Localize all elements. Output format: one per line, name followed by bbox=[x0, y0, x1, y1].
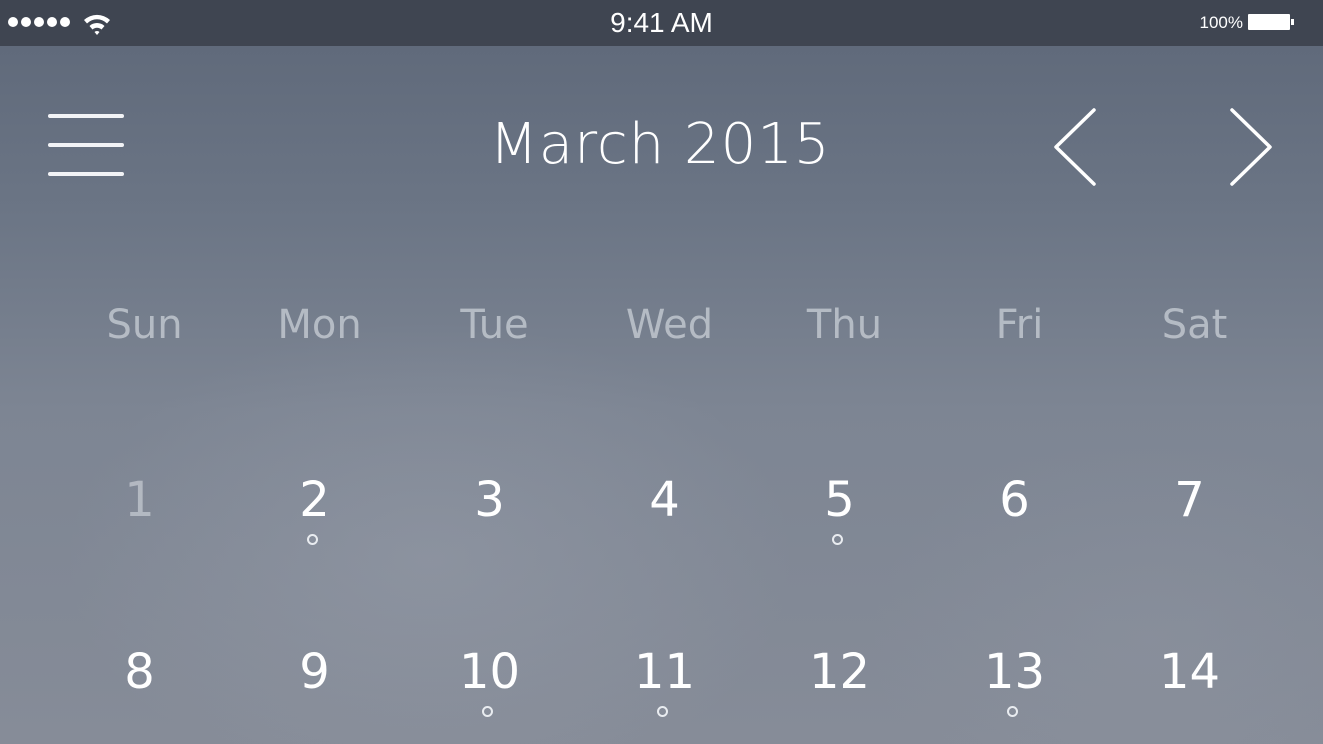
calendar-day[interactable]: 6 bbox=[927, 470, 1102, 560]
day-number: 9 bbox=[299, 644, 330, 700]
weekday-thu: Thu bbox=[806, 302, 883, 348]
day-number: 10 bbox=[458, 644, 521, 700]
chevron-right-icon[interactable] bbox=[1226, 106, 1276, 188]
calendar-day[interactable]: 1 bbox=[52, 470, 227, 560]
calendar-day[interactable]: 4 bbox=[577, 470, 752, 560]
calendar-day[interactable]: 11 bbox=[577, 642, 752, 732]
weekday-mon: Mon bbox=[277, 302, 362, 348]
calendar-week: 8 9 10 11 12 13 14 bbox=[52, 642, 1277, 732]
calendar-day[interactable]: 3 bbox=[402, 470, 577, 560]
calendar-day[interactable]: 12 bbox=[752, 642, 927, 732]
event-indicator-icon bbox=[1007, 706, 1018, 717]
calendar-week: 1 2 3 4 5 6 7 bbox=[52, 470, 1277, 560]
day-number: 13 bbox=[983, 644, 1046, 700]
weekday-header: Sun Mon Tue Wed Thu Fri Sat bbox=[57, 302, 1282, 362]
day-number: 14 bbox=[1158, 644, 1221, 700]
day-number: 12 bbox=[808, 644, 871, 700]
event-indicator-icon bbox=[482, 706, 493, 717]
day-number: 5 bbox=[824, 472, 855, 528]
chevron-left-icon[interactable] bbox=[1050, 106, 1100, 188]
battery-icon bbox=[1248, 14, 1294, 30]
status-bar: 9:41 AM 100% bbox=[0, 0, 1323, 46]
weekday-fri: Fri bbox=[995, 302, 1044, 348]
day-number: 1 bbox=[124, 472, 155, 528]
calendar-day[interactable]: 8 bbox=[52, 642, 227, 732]
event-indicator-icon bbox=[832, 534, 843, 545]
calendar-day[interactable]: 13 bbox=[927, 642, 1102, 732]
month-title: March 2015 bbox=[489, 112, 831, 177]
event-indicator-icon bbox=[657, 706, 668, 717]
day-number: 6 bbox=[999, 472, 1030, 528]
day-number: 2 bbox=[299, 472, 330, 528]
calendar-day[interactable]: 2 bbox=[227, 470, 402, 560]
calendar-day[interactable]: 10 bbox=[402, 642, 577, 732]
weekday-sun: Sun bbox=[106, 302, 183, 348]
day-number: 8 bbox=[124, 644, 155, 700]
calendar-day[interactable]: 14 bbox=[1102, 642, 1277, 732]
hamburger-menu-icon[interactable] bbox=[48, 114, 126, 180]
day-number: 3 bbox=[474, 472, 505, 528]
day-number: 11 bbox=[633, 644, 696, 700]
event-indicator-icon bbox=[307, 534, 318, 545]
calendar-day[interactable]: 9 bbox=[227, 642, 402, 732]
calendar-day[interactable]: 5 bbox=[752, 470, 927, 560]
day-number: 4 bbox=[649, 472, 680, 528]
status-time: 9:41 AM bbox=[610, 7, 713, 38]
weekday-tue: Tue bbox=[460, 302, 529, 348]
battery-percent: 100% bbox=[1199, 13, 1243, 32]
calendar-day[interactable]: 7 bbox=[1102, 470, 1277, 560]
weekday-wed: Wed bbox=[625, 302, 714, 348]
day-number: 7 bbox=[1174, 472, 1205, 528]
weekday-sat: Sat bbox=[1161, 302, 1228, 348]
